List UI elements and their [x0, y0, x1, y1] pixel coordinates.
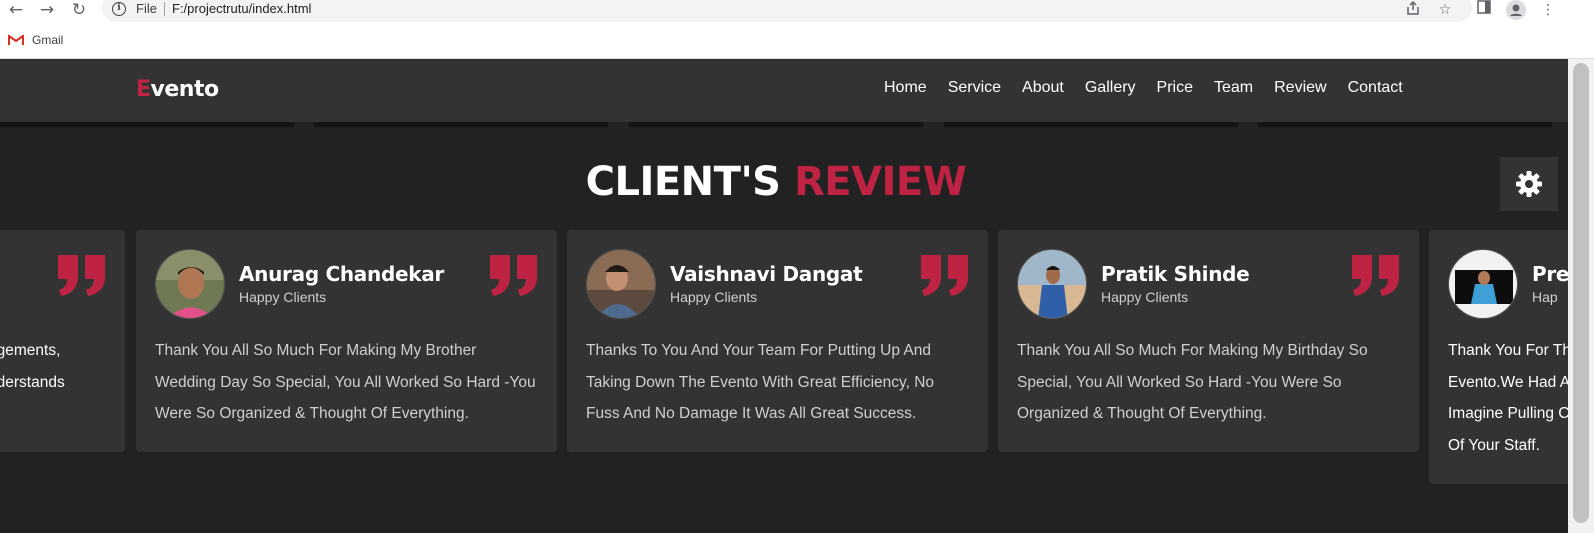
page-content: Evento Home Service About Gallery Price … — [0, 59, 1568, 533]
forward-arrow-icon[interactable]: → — [37, 0, 57, 20]
reviewer-name: Anurag Chandekar — [239, 262, 444, 286]
address-divider — [164, 2, 165, 16]
quote-icon — [921, 255, 968, 296]
bookmark-star-icon[interactable]: ☆ — [1435, 0, 1455, 20]
nav-link-home[interactable]: Home — [884, 79, 927, 97]
reviewer-name: Vaishnavi Dangat — [670, 262, 863, 286]
quote-icon — [58, 255, 105, 296]
review-text: Thank You For Th Evento.We Had A Imagine… — [1448, 342, 1568, 454]
avatar — [1448, 249, 1518, 319]
review-text: Thank You All So Much For Making My Brot… — [155, 342, 536, 422]
file-scheme-label: File — [136, 1, 157, 16]
review-card: Vaishnavi Dangat Happy Clients Thanks To… — [567, 230, 988, 452]
nav-link-gallery[interactable]: Gallery — [1085, 79, 1136, 97]
site-logo[interactable]: Evento — [136, 77, 219, 102]
reviewer-name: Pratik Shinde — [1101, 262, 1250, 286]
avatar — [155, 249, 225, 319]
scrollbar-thumb[interactable] — [1573, 63, 1589, 523]
share-icon[interactable] — [1403, 0, 1423, 20]
quote-icon — [1352, 255, 1399, 296]
page-scrollbar[interactable] — [1568, 59, 1594, 533]
reviewer-role: Happy Clients — [670, 289, 758, 305]
review-text: Thank You All So Much For Making My Birt… — [1017, 342, 1368, 422]
nav-link-contact[interactable]: Contact — [1348, 79, 1403, 97]
avatar — [1017, 249, 1087, 319]
review-card: Pre Hap Thank You For Th Evento.We Had A… — [1429, 230, 1568, 484]
reviewer-role: Happy Clients — [239, 289, 327, 305]
back-arrow-icon[interactable]: ← — [6, 0, 26, 20]
previous-section-edge — [944, 122, 1238, 127]
nav-link-price[interactable]: Price — [1157, 79, 1193, 97]
url-text[interactable]: F:/projectrutu/index.html — [172, 1, 311, 16]
bookmark-gmail[interactable]: Gmail — [32, 33, 63, 47]
review-card: Anurag Chandekar Happy Clients Thank You… — [136, 230, 557, 452]
previous-section-edge — [629, 122, 923, 127]
side-panel-icon[interactable] — [1474, 0, 1494, 20]
bookmarks-bar: Gmail — [0, 24, 1594, 59]
reload-icon[interactable]: ↻ — [69, 0, 89, 20]
gear-icon — [1516, 171, 1542, 197]
section-title: CLIENT'S REVIEW — [585, 159, 967, 205]
gmail-icon[interactable] — [8, 34, 24, 46]
nav-menu: Home Service About Gallery Price Team Re… — [884, 79, 1424, 97]
more-menu-icon[interactable]: ⋮ — [1538, 0, 1558, 20]
previous-section-edge — [314, 122, 608, 127]
nav-link-about[interactable]: About — [1022, 79, 1064, 97]
previous-section-edge — [1258, 122, 1552, 127]
reviewer-name: Pre — [1532, 262, 1568, 286]
review-text: ngements, nderstands — [0, 342, 65, 391]
reviewer-role: Hap — [1532, 289, 1558, 305]
quote-icon — [490, 255, 537, 296]
theme-settings-button[interactable] — [1500, 157, 1558, 211]
nav-link-review[interactable]: Review — [1274, 79, 1326, 97]
address-bar[interactable]: i File F:/projectrutu/index.html — [102, 0, 1472, 22]
site-navbar: Evento Home Service About Gallery Price … — [0, 59, 1568, 122]
browser-toolbar: ← → ↻ i File F:/projectrutu/index.html ☆… — [0, 0, 1594, 24]
previous-section-edge — [0, 122, 294, 127]
nav-link-service[interactable]: Service — [948, 79, 1001, 97]
review-card: ngements, nderstands — [0, 230, 125, 452]
review-text: Thanks To You And Your Team For Putting … — [586, 342, 935, 422]
nav-link-team[interactable]: Team — [1214, 79, 1253, 97]
avatar — [586, 249, 656, 319]
profile-avatar-icon[interactable] — [1506, 0, 1526, 20]
site-info-icon[interactable]: i — [112, 2, 126, 16]
review-card: Pratik Shinde Happy Clients Thank You Al… — [998, 230, 1419, 452]
reviewer-role: Happy Clients — [1101, 289, 1189, 305]
